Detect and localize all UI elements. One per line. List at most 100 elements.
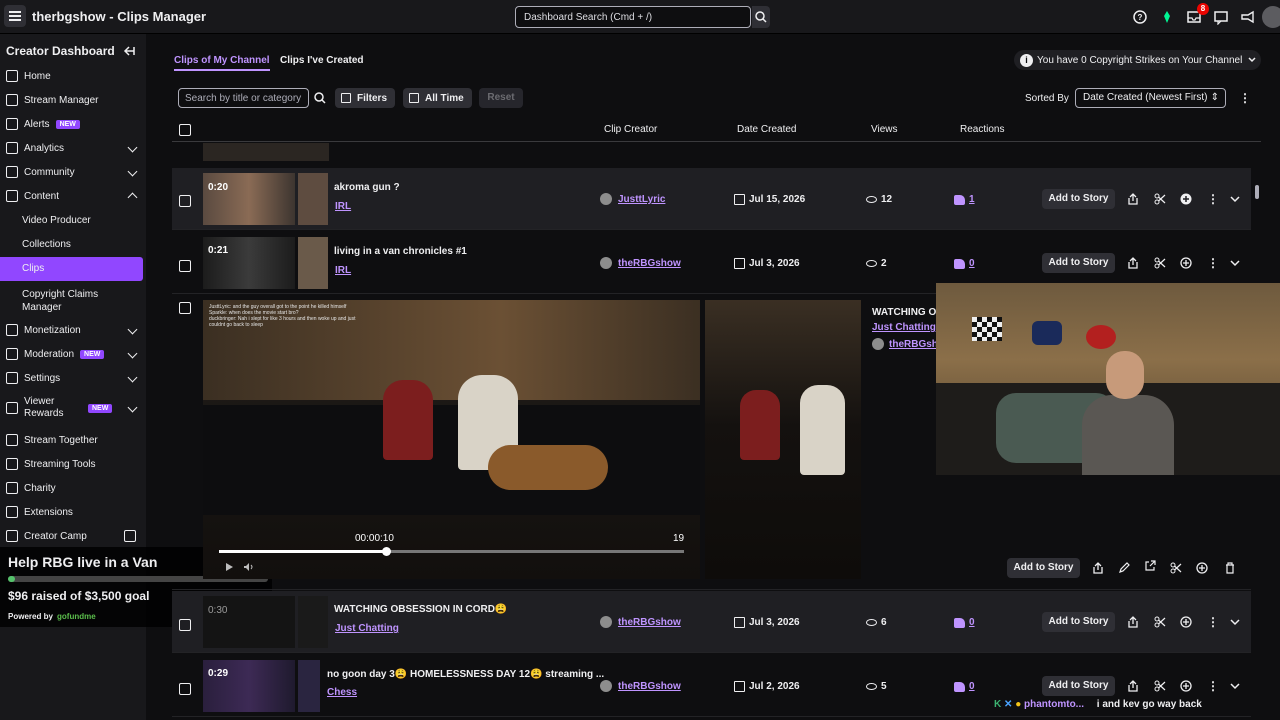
scissors-icon[interactable]: [1154, 257, 1166, 269]
column-views[interactable]: Views: [871, 124, 898, 135]
copyright-strikes-dropdown[interactable]: i You have 0 Copyright Strikes on Your C…: [1014, 50, 1261, 70]
reset-button[interactable]: Reset: [479, 88, 523, 108]
whispers-icon[interactable]: [1213, 9, 1229, 25]
creator-link[interactable]: theRBGshow: [618, 617, 681, 628]
add-to-story-button[interactable]: Add to Story: [1007, 558, 1080, 578]
sidebar-item-video-producer[interactable]: Video Producer: [22, 215, 91, 226]
sort-select[interactable]: Date Created (Newest First) ⇕: [1075, 88, 1226, 108]
sidebar-item-clips[interactable]: Clips: [0, 257, 143, 281]
column-date-created[interactable]: Date Created: [737, 124, 796, 135]
add-to-story-button[interactable]: Add to Story: [1042, 676, 1115, 696]
scissors-icon[interactable]: [1170, 562, 1182, 574]
clip-category[interactable]: Chess: [327, 687, 357, 698]
clip-thumbnail[interactable]: 0:29: [203, 660, 295, 712]
sidebar-item-alerts[interactable]: Alerts NEW: [0, 113, 146, 135]
filters-button[interactable]: Filters: [335, 88, 396, 108]
chevron-down-icon[interactable]: [1229, 257, 1241, 269]
sidebar-item-community[interactable]: Community: [0, 161, 146, 183]
help-icon[interactable]: ?: [1132, 9, 1148, 25]
chevron-down-icon[interactable]: [1229, 680, 1241, 692]
turbo-gem-icon[interactable]: [1159, 9, 1175, 25]
trash-icon[interactable]: [1224, 562, 1236, 574]
sidebar-item-charity[interactable]: Charity: [0, 477, 146, 499]
clip-thumbnail[interactable]: 0:30: [203, 596, 295, 648]
time-range-button[interactable]: All Time: [403, 88, 472, 108]
creator-link[interactable]: theRBGshow: [618, 681, 681, 692]
row-checkbox[interactable]: [179, 683, 191, 695]
chevron-down-icon[interactable]: [1229, 193, 1241, 205]
sidebar-item-stream-together[interactable]: Stream Together: [0, 429, 146, 451]
add-circle-icon[interactable]: [1180, 193, 1192, 205]
creator-link[interactable]: theRBGshow: [618, 258, 681, 269]
sidebar-item-moderation[interactable]: Moderation NEW: [0, 343, 146, 365]
sidebar-item-copyright-claims[interactable]: Copyright Claims Manager: [22, 288, 132, 314]
menu-icon[interactable]: [4, 5, 26, 27]
tab-clips-ive-created[interactable]: Clips I've Created: [280, 55, 364, 66]
share-icon[interactable]: [1092, 562, 1104, 574]
reaction-count[interactable]: 0: [969, 681, 975, 692]
add-circle-icon[interactable]: [1196, 562, 1208, 574]
add-circle-icon[interactable]: [1180, 680, 1192, 692]
sidebar-item-collections[interactable]: Collections: [22, 239, 71, 250]
reaction-count[interactable]: 0: [969, 258, 975, 269]
row-checkbox[interactable]: [179, 260, 191, 272]
column-clip-creator[interactable]: Clip Creator: [604, 124, 657, 135]
sidebar-item-home[interactable]: Home: [0, 65, 146, 87]
tab-clips-of-my-channel[interactable]: Clips of My Channel: [174, 55, 270, 71]
more-options-icon[interactable]: ⋮: [1207, 192, 1219, 206]
row-checkbox[interactable]: [179, 302, 191, 314]
reaction-count[interactable]: 0: [969, 617, 975, 628]
table-row[interactable]: 0:20 akroma gun ? IRL JusttLyric Jul 15,…: [172, 168, 1251, 230]
volume-icon[interactable]: [243, 562, 253, 572]
share-icon[interactable]: [1127, 193, 1139, 205]
sidebar-item-viewer-rewards[interactable]: Viewer Rewards NEW: [0, 394, 146, 422]
share-icon[interactable]: [1127, 616, 1139, 628]
clip-thumbnail[interactable]: 0:21: [203, 237, 295, 289]
sidebar-item-creator-camp[interactable]: Creator Camp: [0, 525, 146, 547]
clip-category[interactable]: IRL: [335, 265, 351, 276]
user-avatar[interactable]: [1262, 6, 1280, 28]
sidebar-item-settings[interactable]: Settings: [0, 367, 146, 389]
play-icon[interactable]: [224, 562, 234, 572]
clip-thumbnail[interactable]: 0:20: [203, 173, 295, 225]
more-options-icon[interactable]: ⋮: [1207, 679, 1219, 693]
add-to-story-button[interactable]: Add to Story: [1042, 612, 1115, 632]
sidebar-item-streaming-tools[interactable]: Streaming Tools: [0, 453, 146, 475]
sidebar-item-content[interactable]: Content: [0, 185, 146, 207]
clip-category[interactable]: IRL: [335, 201, 351, 212]
seek-bar[interactable]: [219, 547, 684, 556]
table-row[interactable]: 0:30 WATCHING OBSESSION IN CORD😩 Just Ch…: [172, 591, 1251, 653]
row-checkbox[interactable]: [179, 619, 191, 631]
creator-link[interactable]: JusttLyric: [618, 194, 665, 205]
add-circle-icon[interactable]: [1180, 616, 1192, 628]
search-button[interactable]: [752, 6, 770, 28]
sidebar-item-extensions[interactable]: Extensions: [0, 501, 146, 523]
share-icon[interactable]: [1127, 680, 1139, 692]
expanded-clip-category[interactable]: Just Chatting: [872, 322, 936, 333]
scissors-icon[interactable]: [1154, 680, 1166, 692]
page-scrollbar[interactable]: [1255, 185, 1259, 199]
sidebar-item-stream-manager[interactable]: Stream Manager: [0, 89, 146, 111]
dashboard-search-input[interactable]: [515, 6, 751, 28]
share-icon[interactable]: [1127, 257, 1139, 269]
add-to-story-button[interactable]: Add to Story: [1042, 189, 1115, 209]
more-options-icon[interactable]: ⋮: [1207, 256, 1219, 270]
clip-search-input[interactable]: [178, 88, 309, 108]
clip-video-player[interactable]: JusttLyric: and the guy overall got to t…: [203, 300, 700, 579]
select-all-checkbox[interactable]: [179, 124, 191, 136]
add-circle-icon[interactable]: [1180, 257, 1192, 269]
chevron-down-icon[interactable]: [1229, 616, 1241, 628]
collapse-sidebar-icon[interactable]: [122, 44, 136, 58]
scissors-icon[interactable]: [1154, 616, 1166, 628]
seek-handle[interactable]: [382, 547, 392, 556]
search-icon[interactable]: [311, 88, 329, 108]
sidebar-item-monetization[interactable]: Monetization: [0, 319, 146, 341]
reaction-count[interactable]: 1: [969, 194, 975, 205]
sidebar-item-analytics[interactable]: Analytics: [0, 137, 146, 159]
column-reactions[interactable]: Reactions: [960, 124, 1004, 135]
external-link-icon[interactable]: [1144, 560, 1156, 572]
add-to-story-button[interactable]: Add to Story: [1042, 253, 1115, 273]
scissors-icon[interactable]: [1154, 193, 1166, 205]
row-checkbox[interactable]: [179, 195, 191, 207]
announcement-icon[interactable]: [1240, 9, 1256, 25]
